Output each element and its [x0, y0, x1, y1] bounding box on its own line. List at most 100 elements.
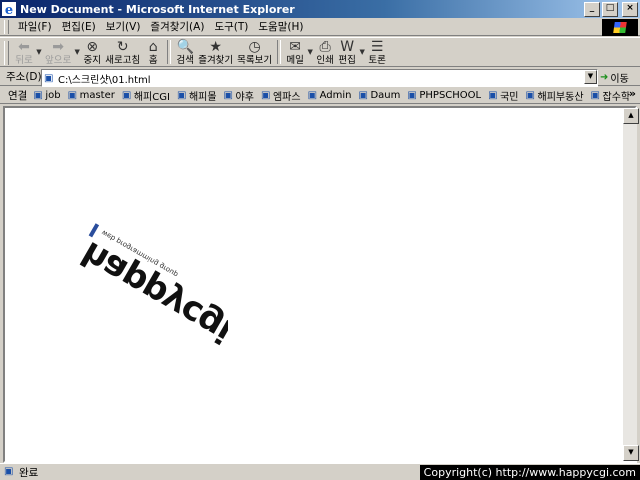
menu-file[interactable]: 파일(F) [13, 19, 57, 34]
happycgi-logo: happycgi web programming group [75, 223, 228, 350]
refresh-icon: ↻ [116, 39, 129, 55]
menu-view[interactable]: 보기(V) [101, 19, 146, 34]
link-page-icon: ▣ [223, 89, 233, 101]
toolbar-label: 앞으로 [45, 55, 72, 66]
toolbar-label: 홈 [148, 55, 158, 66]
link-page-icon: ▣ [260, 89, 271, 101]
toolbar-button-print[interactable]: ⎙ 인쇄 [314, 38, 336, 68]
address-label: 주소(D) [6, 71, 42, 83]
status-text: 완료 [19, 466, 39, 479]
link-label: 해피CGI [133, 91, 170, 103]
link-item[interactable]: ▣ 야후 [224, 88, 254, 103]
link-page-icon: ▣ [358, 89, 368, 101]
dropdown-arrow-icon[interactable]: ▼ [35, 48, 43, 56]
link-label: Daum [370, 89, 401, 101]
caption-buttons: _ □ × [584, 2, 638, 17]
link-item[interactable]: ▣ master [68, 90, 115, 101]
status-page-icon: ▣ [4, 466, 14, 477]
dropdown-arrow-icon[interactable]: ▼ [73, 48, 81, 56]
search-icon: 🔍 [176, 39, 194, 55]
link-label: Admin [319, 89, 352, 101]
forward-arrow-icon: ➡ [52, 39, 64, 55]
link-item[interactable]: ▣ 해피CGI [122, 88, 170, 103]
toolbar-label: 인쇄 [316, 55, 334, 66]
scroll-up-button[interactable]: ▲ [623, 108, 639, 124]
menu-edit[interactable]: 편집(E) [57, 19, 101, 34]
link-item[interactable]: ▣ Admin [308, 90, 352, 101]
menu-bar: 파일(F) 편집(E) 보기(V) 즐겨찾기(A) 도구(T) 도움말(H) [0, 18, 640, 36]
logo-wordmark: happycgi [75, 233, 228, 350]
standard-toolbar: ⬅ 뒤로 ▼ ➡ 앞으로 ▼ ⊗ 중지 ↻ 새로고침 ⌂ 홈 🔍 검색 ★ 즐겨찾기 ◷ 목록보기 ✉ 메일 ▼ ⎙ 인쇄 W… [0, 37, 640, 67]
link-label: 잡수학 [602, 91, 631, 103]
go-button[interactable]: ➜ 이동 [600, 69, 629, 85]
link-page-icon: ▣ [407, 89, 417, 101]
toolbar-button-refresh[interactable]: ↻ 새로고침 [103, 38, 142, 68]
menu-favorites[interactable]: 즐겨찾기(A) [145, 19, 209, 34]
link-item[interactable]: ▣ 해피부동산 [526, 88, 584, 103]
toolbar-label: 즐겨찾기 [198, 55, 234, 66]
toolbar-button-edit[interactable]: W 편집 [336, 38, 358, 68]
title-bar: e New Document - Microsoft Internet Expl… [0, 0, 640, 18]
ie-logo-icon: e [2, 2, 16, 16]
toolbar-label: 중지 [83, 55, 101, 66]
copyright-overlay: Copyright(c) http://www.happycgi.com [419, 465, 640, 480]
toolbar-grip[interactable] [4, 41, 9, 65]
link-item[interactable]: ▣ 해피몰 [177, 88, 217, 103]
windows-flag-icon [613, 22, 627, 33]
toolbar-button-home[interactable]: ⌂ 홈 [142, 38, 164, 68]
go-arrow-icon: ➜ [600, 71, 609, 83]
link-item[interactable]: ▣ Daum [358, 90, 400, 101]
link-page-icon: ▣ [307, 89, 318, 101]
toolbar-button-discuss[interactable]: ☰ 토론 [366, 38, 388, 68]
edit-icon: W [340, 39, 355, 55]
toolbar-button-forward-arrow[interactable]: ➡ 앞으로 [43, 38, 73, 68]
favorites-icon: ★ [209, 39, 222, 55]
scroll-down-button[interactable]: ▼ [623, 445, 639, 461]
link-item[interactable]: ▣ 국민 [488, 88, 518, 103]
address-dropdown-button[interactable]: ▼ [584, 70, 597, 84]
discuss-icon: ☰ [370, 39, 384, 55]
link-page-icon: ▣ [525, 89, 535, 101]
toolbar-button-mail[interactable]: ✉ 메일 [284, 38, 306, 68]
link-item[interactable]: ▣ PHPSCHOOL [407, 90, 481, 101]
home-icon: ⌂ [148, 39, 158, 55]
page-icon: ▣ [44, 72, 54, 84]
link-item[interactable]: ▣ job [33, 90, 60, 101]
minimize-button[interactable]: _ [584, 2, 600, 17]
vertical-scrollbar[interactable]: ▲ ▼ [623, 108, 639, 461]
menu-help[interactable]: 도움말(H) [253, 19, 308, 34]
link-label: 국민 [500, 91, 519, 103]
address-input[interactable]: ▣ C:\스크린샷\01.html [41, 69, 598, 87]
menu-tools[interactable]: 도구(T) [209, 19, 253, 34]
dropdown-arrow-icon[interactable]: ▼ [358, 48, 366, 56]
toolbar-label: 편집 [338, 55, 356, 66]
link-page-icon: ▣ [33, 89, 43, 101]
link-label: 해피몰 [188, 91, 217, 103]
toolbar-button-search[interactable]: 🔍 검색 [174, 38, 196, 68]
maximize-button[interactable]: □ [602, 2, 618, 17]
link-label: job [45, 89, 61, 101]
link-item[interactable]: ▣ 잡수학 [591, 88, 631, 103]
link-label: master [79, 89, 115, 101]
toolbar-button-history[interactable]: ◷ 목록보기 [235, 38, 274, 68]
toolbar-separator [167, 40, 172, 64]
links-bar: 연결 ▣ job ▣ master ▣ 해피CGI ▣ 해피몰 ▣ 야후 ▣ 엠파스 ▣ Admin ▣ Da… [0, 87, 640, 104]
menu-grip[interactable] [4, 19, 9, 34]
link-item[interactable]: ▣ 엠파스 [261, 88, 301, 103]
links-more-chevron[interactable]: » [629, 87, 636, 100]
link-page-icon: ▣ [176, 89, 187, 101]
dropdown-arrow-icon[interactable]: ▼ [306, 48, 314, 56]
print-icon: ⎙ [319, 39, 331, 55]
toolbar-button-back-arrow[interactable]: ⬅ 뒤로 [13, 38, 35, 68]
toolbar-button-stop[interactable]: ⊗ 중지 [81, 38, 103, 68]
link-page-icon: ▣ [488, 89, 498, 101]
link-page-icon: ▣ [590, 89, 600, 101]
link-label: 엠파스 [272, 91, 301, 103]
toolbar-label: 메일 [286, 55, 304, 66]
address-bar: 주소(D) ▣ C:\스크린샷\01.html ▼ ➜ 이동 [0, 68, 640, 87]
address-value[interactable]: C:\스크린샷\01.html [58, 71, 151, 86]
toolbar-label: 뒤로 [15, 55, 33, 66]
close-button[interactable]: × [622, 2, 638, 17]
toolbar-button-favorites[interactable]: ★ 즐겨찾기 [196, 38, 235, 68]
toolbar-label: 토론 [368, 55, 386, 66]
